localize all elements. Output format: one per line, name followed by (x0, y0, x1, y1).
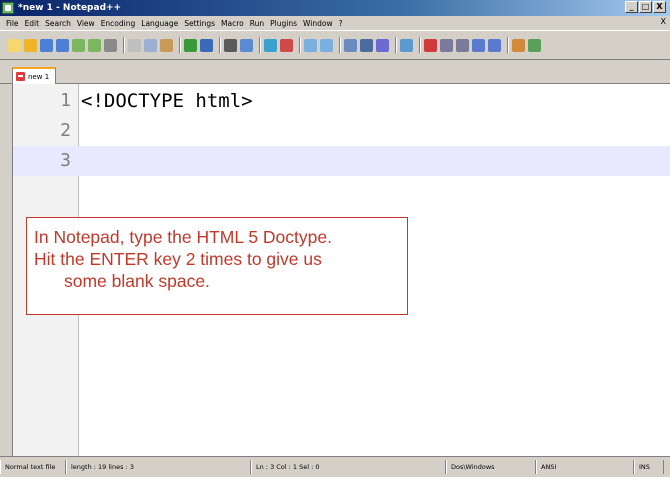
status-length-lines: length : 19 lines : 3 (66, 460, 251, 474)
close-icon[interactable] (72, 38, 85, 52)
toolbar-separator (339, 37, 341, 53)
line-text[interactable]: <!DOCTYPE html> (81, 86, 253, 116)
callout-text: In Notepad, type the HTML 5 Doctype. (34, 227, 332, 247)
redo-icon[interactable] (200, 38, 213, 52)
menu-macro[interactable]: Macro (221, 19, 244, 28)
zoom-out-icon[interactable] (280, 38, 293, 52)
zoom-in-icon[interactable] (264, 38, 277, 52)
print-icon[interactable] (104, 38, 117, 52)
toolbar-separator (179, 37, 181, 53)
paste-icon[interactable] (160, 38, 173, 52)
tab-new-1[interactable]: new 1 (12, 67, 56, 84)
open-file-icon[interactable] (24, 38, 37, 52)
toolbar-separator (259, 37, 261, 53)
word-wrap-icon[interactable] (344, 38, 357, 52)
close-button[interactable]: X (653, 1, 666, 13)
save-icon[interactable] (40, 38, 53, 52)
status-bar: Normal text file length : 19 lines : 3 L… (0, 456, 670, 477)
toolbar-separator (299, 37, 301, 53)
minimize-button[interactable]: _ (625, 1, 638, 13)
line-number: 1 (60, 90, 71, 111)
menu-view[interactable]: View (77, 19, 95, 28)
menu-plugins[interactable]: Plugins (270, 19, 297, 28)
tab-label: new 1 (28, 72, 50, 81)
menu-run[interactable]: Run (250, 19, 264, 28)
line-number: 2 (60, 120, 71, 141)
menu-bar: File Edit Search View Encoding Language … (0, 16, 670, 30)
find-icon[interactable] (224, 38, 237, 52)
menu-encoding[interactable]: Encoding (101, 19, 136, 28)
indent-guide-icon[interactable] (376, 38, 389, 52)
menu-search[interactable]: Search (45, 19, 71, 28)
unsaved-file-icon (16, 72, 25, 81)
notepad-plus-plus-icon[interactable] (2, 2, 14, 14)
callout-text: some blank space. (64, 271, 210, 291)
close-all-icon[interactable] (88, 38, 101, 52)
status-position: Ln : 3 Col : 1 Sel : 0 (251, 460, 446, 474)
menu-language[interactable]: Language (141, 19, 178, 28)
run-macro-icon[interactable] (472, 38, 485, 52)
replace-icon[interactable] (240, 38, 253, 52)
window-title: *new 1 - Notepad++ (18, 3, 122, 13)
lang-icon[interactable] (512, 38, 525, 52)
notepad-window: *new 1 - Notepad++ _ □ X File Edit Searc… (0, 0, 670, 477)
user-lang-icon[interactable] (400, 38, 413, 52)
save-all-icon[interactable] (56, 38, 69, 52)
toolbar-separator (219, 37, 221, 53)
sync-horizontal-icon[interactable] (320, 38, 333, 52)
menu-file[interactable]: File (6, 19, 19, 28)
toolbar-separator (395, 37, 397, 53)
window-controls: _ □ X (625, 1, 666, 13)
copy-icon[interactable] (144, 38, 157, 52)
status-mode: INS (634, 460, 664, 474)
play-macro-icon[interactable] (456, 38, 469, 52)
title-bar[interactable]: *new 1 - Notepad++ _ □ X (0, 0, 670, 16)
maximize-button[interactable]: □ (639, 1, 652, 13)
all-chars-icon[interactable] (360, 38, 373, 52)
save-macro-icon[interactable] (488, 38, 501, 52)
status-file-type: Normal text file (0, 460, 66, 474)
callout-text: Hit the ENTER key 2 times to give us (34, 249, 322, 269)
document-close-button[interactable]: X (661, 17, 666, 26)
toolbar-separator (507, 37, 509, 53)
toolbar (0, 30, 670, 60)
stop-macro-icon[interactable] (440, 38, 453, 52)
instruction-callout: In Notepad, type the HTML 5 Doctype. Hit… (26, 217, 408, 315)
editor-line[interactable]: 2 (13, 116, 670, 146)
menu-help[interactable]: ? (339, 19, 343, 28)
status-encoding: ANSI (536, 460, 634, 474)
toolbar-separator (419, 37, 421, 53)
editor-line[interactable]: 1 <!DOCTYPE html> (13, 86, 670, 116)
cut-icon[interactable] (128, 38, 141, 52)
editor-line-current[interactable]: 3 (13, 146, 670, 176)
line-number: 3 (60, 150, 71, 171)
record-macro-icon[interactable] (424, 38, 437, 52)
spell-check-icon[interactable] (528, 38, 541, 52)
menu-window[interactable]: Window (303, 19, 333, 28)
menu-settings[interactable]: Settings (184, 19, 215, 28)
status-eol: Dos\Windows (446, 460, 536, 474)
new-file-icon[interactable] (8, 38, 21, 52)
menu-edit[interactable]: Edit (25, 19, 40, 28)
sync-vertical-icon[interactable] (304, 38, 317, 52)
undo-icon[interactable] (184, 38, 197, 52)
toolbar-separator (123, 37, 125, 53)
tab-bar: new 1 (0, 62, 670, 84)
